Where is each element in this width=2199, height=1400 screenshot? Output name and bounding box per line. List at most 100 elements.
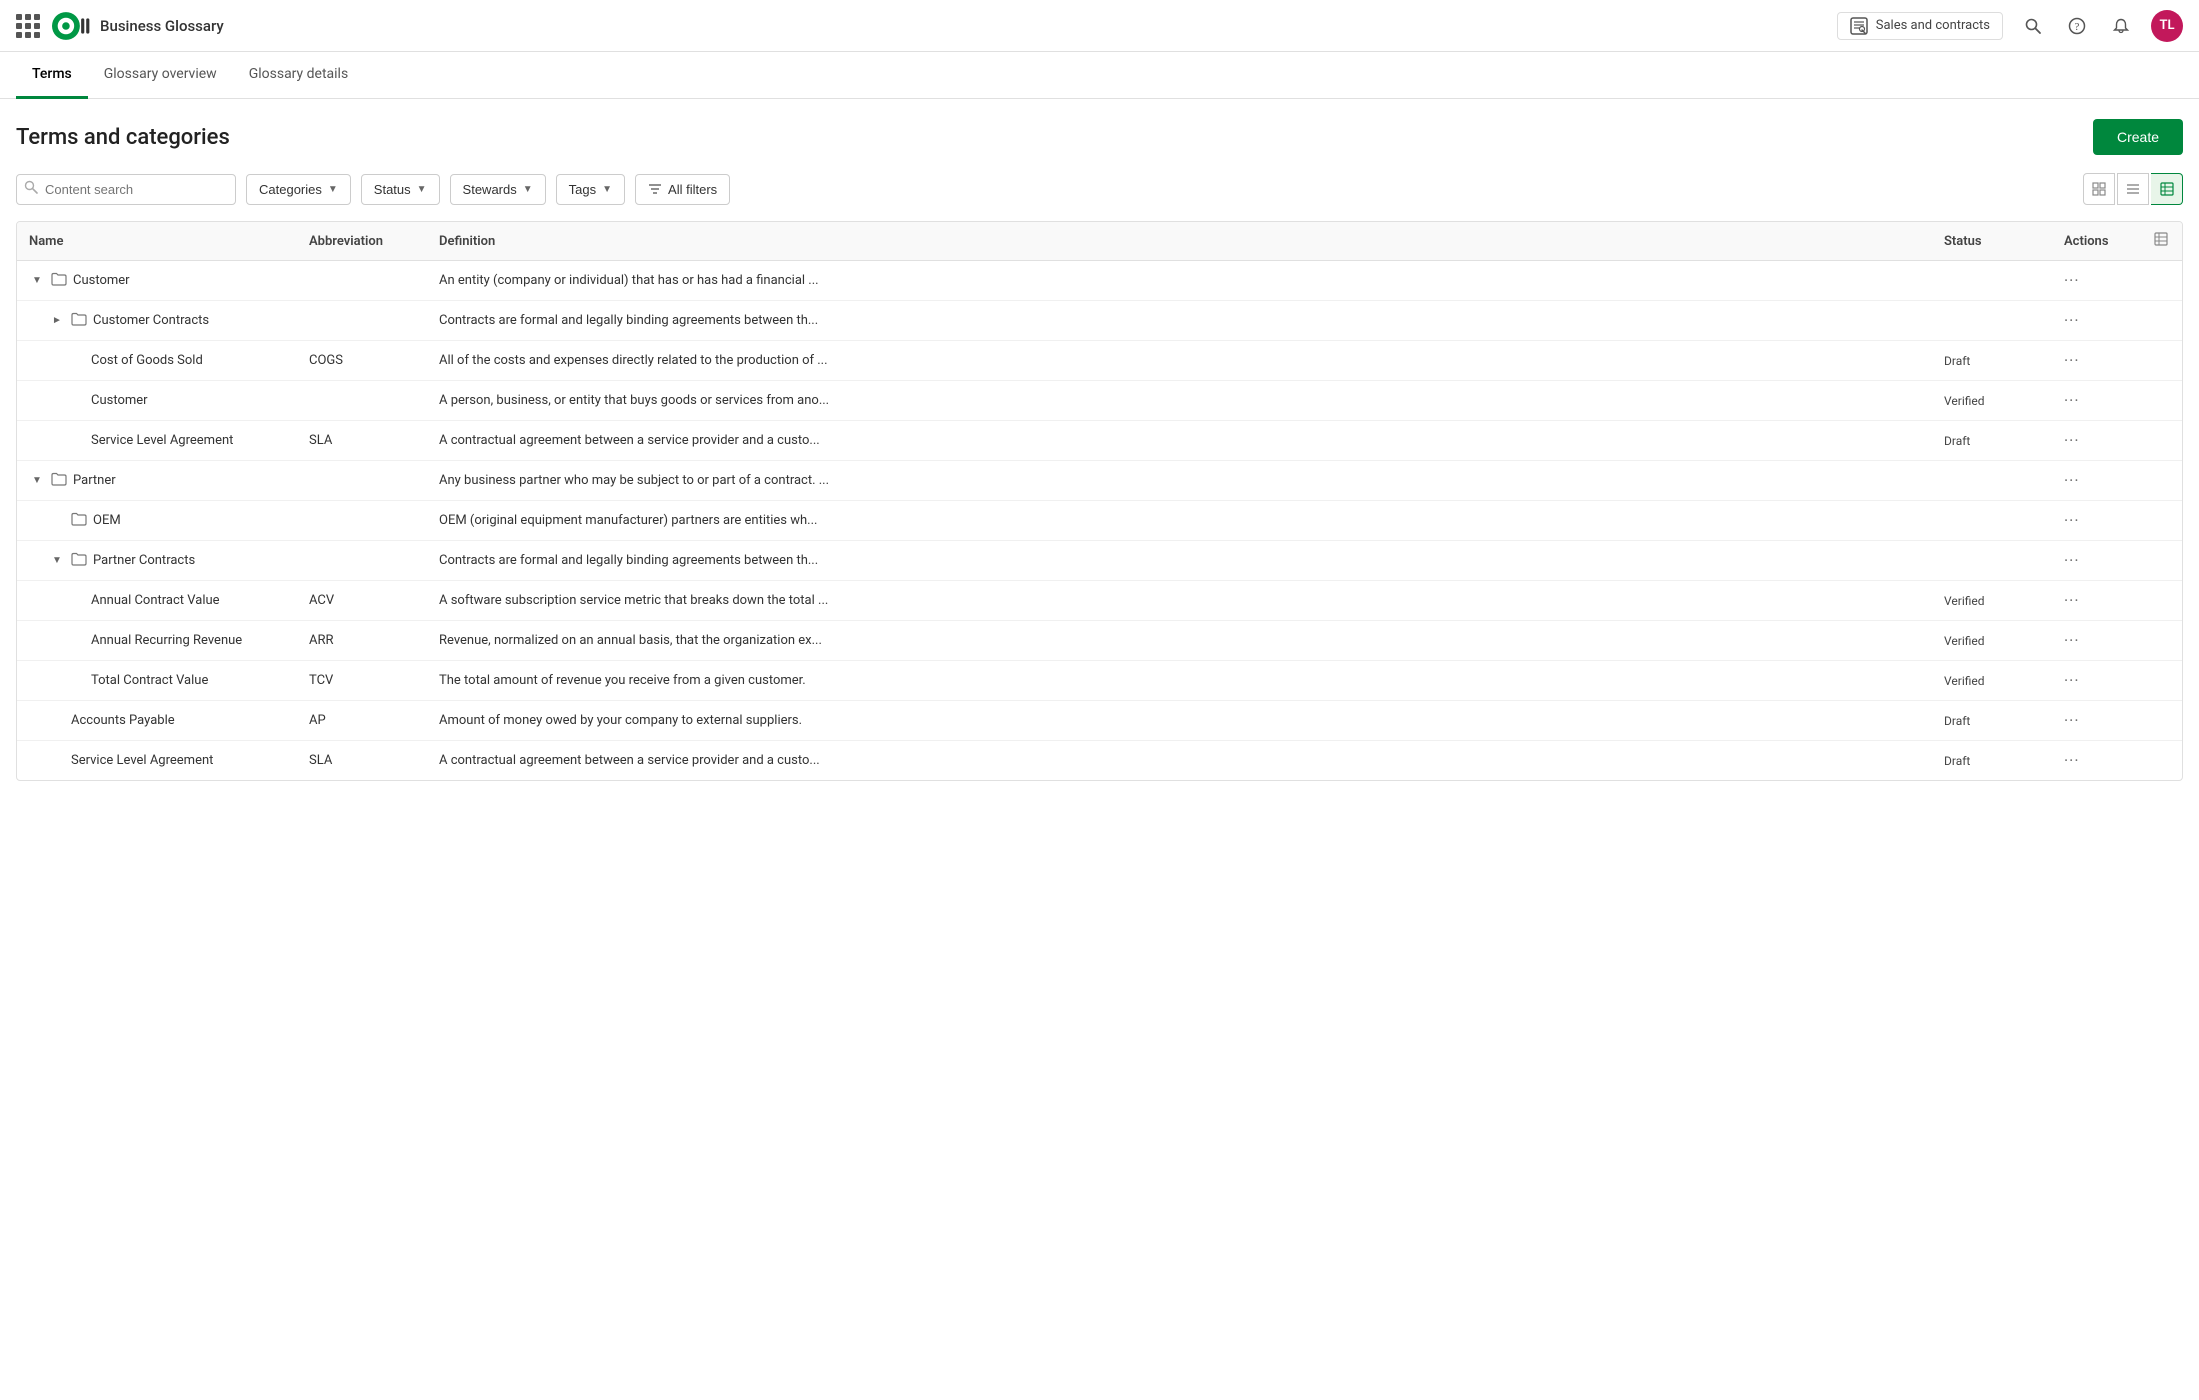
definition-cell: All of the costs and expenses directly r… [427, 341, 1932, 381]
search-icon-inner [24, 180, 38, 198]
stewards-chevron-icon: ▼ [523, 184, 533, 195]
tab-terms[interactable]: Terms [16, 52, 88, 99]
app-title: Business Glossary [100, 17, 224, 35]
name-cell: ▼ Partner Contracts [17, 541, 297, 581]
table-row: Annual Recurring RevenueARRRevenue, norm… [17, 621, 2182, 661]
table-row: ▼Partner ContractsContracts are formal a… [17, 541, 2182, 581]
toolbar: Categories ▼ Status ▼ Stewards ▼ Tags ▼ … [16, 173, 2183, 205]
definition-cell: The total amount of revenue you receive … [427, 661, 1932, 701]
table-view-button[interactable] [2151, 173, 2183, 205]
col-header-settings[interactable] [2142, 222, 2182, 261]
table-row: Annual Contract ValueACVA software subsc… [17, 581, 2182, 621]
tags-chevron-icon: ▼ [602, 184, 612, 195]
abbreviation-cell: SLA [297, 741, 427, 781]
row-name-label: Cost of Goods Sold [91, 353, 203, 368]
name-cell: Annual Recurring Revenue [17, 621, 297, 661]
definition-cell: OEM (original equipment manufacturer) pa… [427, 501, 1932, 541]
actions-cell[interactable]: ··· [2052, 701, 2142, 741]
row-name-label: Annual Recurring Revenue [91, 633, 242, 648]
list-view-button[interactable] [2117, 173, 2149, 205]
name-cell: Service Level Agreement [17, 741, 297, 781]
top-navigation: Business Glossary Sales and contracts [0, 0, 2199, 52]
actions-cell[interactable]: ··· [2052, 461, 2142, 501]
help-icon[interactable]: ? [2063, 12, 2091, 40]
status-filter-button[interactable]: Status ▼ [361, 174, 440, 205]
status-cell: Draft [1932, 701, 2052, 741]
categories-filter-label: Categories [259, 182, 322, 197]
table-row: ▼CustomerAn entity (company or individua… [17, 261, 2182, 301]
actions-cell[interactable]: ··· [2052, 741, 2142, 781]
actions-cell[interactable]: ··· [2052, 581, 2142, 621]
settings-cell [2142, 541, 2182, 581]
status-cell: Draft [1932, 341, 2052, 381]
col-header-actions: Actions [2052, 222, 2142, 261]
abbreviation-cell: AP [297, 701, 427, 741]
col-header-status: Status [1932, 222, 2052, 261]
search-icon[interactable] [2019, 12, 2047, 40]
app-menu-icon[interactable] [16, 14, 40, 38]
status-chevron-icon: ▼ [417, 184, 427, 195]
row-name-label: Customer [73, 273, 130, 288]
actions-cell[interactable]: ··· [2052, 661, 2142, 701]
table-row: CustomerA person, business, or entity th… [17, 381, 2182, 421]
row-name-label: Annual Contract Value [91, 593, 220, 608]
notifications-icon[interactable] [2107, 12, 2135, 40]
nav-action-icons: ? TL [2019, 10, 2183, 42]
stewards-filter-button[interactable]: Stewards ▼ [450, 174, 546, 205]
settings-cell [2142, 421, 2182, 461]
table-row: Service Level AgreementSLAA contractual … [17, 741, 2182, 781]
folder-icon [71, 512, 87, 530]
table-header-row: Name Abbreviation Definition Status Acti… [17, 222, 2182, 261]
grid-view-button[interactable] [2083, 173, 2115, 205]
row-name-label: Accounts Payable [71, 713, 175, 728]
user-avatar[interactable]: TL [2151, 10, 2183, 42]
create-button[interactable]: Create [2093, 119, 2183, 155]
actions-cell[interactable]: ··· [2052, 621, 2142, 661]
actions-cell[interactable]: ··· [2052, 301, 2142, 341]
folder-icon [51, 272, 67, 290]
definition-cell: Any business partner who may be subject … [427, 461, 1932, 501]
name-cell: Accounts Payable [17, 701, 297, 741]
tab-glossary-details[interactable]: Glossary details [233, 52, 365, 99]
actions-cell[interactable]: ··· [2052, 501, 2142, 541]
actions-cell[interactable]: ··· [2052, 381, 2142, 421]
search-input[interactable] [16, 174, 236, 205]
tab-glossary-overview[interactable]: Glossary overview [88, 52, 233, 99]
settings-cell [2142, 661, 2182, 701]
glossary-context-badge[interactable]: Sales and contracts [1837, 12, 2003, 40]
categories-filter-button[interactable]: Categories ▼ [246, 174, 351, 205]
row-name-label: Partner Contracts [93, 553, 195, 568]
actions-cell[interactable]: ··· [2052, 421, 2142, 461]
page-content: Terms and categories Create Categories ▼… [0, 99, 2199, 781]
filter-icon [648, 182, 662, 196]
all-filters-button[interactable]: All filters [635, 174, 730, 205]
tags-filter-button[interactable]: Tags ▼ [556, 174, 625, 205]
folder-icon [71, 312, 87, 330]
definition-cell: Contracts are formal and legally binding… [427, 301, 1932, 341]
table-row: ►Customer ContractsContracts are formal … [17, 301, 2182, 341]
definition-cell: Amount of money owed by your company to … [427, 701, 1932, 741]
expand-collapse-button[interactable]: ▼ [49, 553, 65, 569]
settings-cell [2142, 501, 2182, 541]
row-name-label: Partner [73, 473, 116, 488]
view-toggle-buttons [2083, 173, 2183, 205]
table-row: Cost of Goods SoldCOGSAll of the costs a… [17, 341, 2182, 381]
abbreviation-cell: ARR [297, 621, 427, 661]
tags-filter-label: Tags [569, 182, 596, 197]
name-cell: Customer [17, 381, 297, 421]
expand-collapse-button[interactable]: ▼ [29, 273, 45, 289]
status-cell: Verified [1932, 581, 2052, 621]
name-cell: ▼ Customer [17, 261, 297, 301]
actions-cell[interactable]: ··· [2052, 341, 2142, 381]
status-filter-label: Status [374, 182, 411, 197]
settings-cell [2142, 261, 2182, 301]
expand-collapse-button[interactable]: ▼ [29, 473, 45, 489]
row-name-label: OEM [93, 513, 121, 528]
table-row: Total Contract ValueTCVThe total amount … [17, 661, 2182, 701]
terms-table: Name Abbreviation Definition Status Acti… [16, 221, 2183, 781]
actions-cell[interactable]: ··· [2052, 541, 2142, 581]
actions-cell[interactable]: ··· [2052, 261, 2142, 301]
table-row: Accounts Payable APAmount of money owed b… [17, 701, 2182, 741]
expand-collapse-button[interactable]: ► [49, 313, 65, 329]
tabs-bar: Terms Glossary overview Glossary details [0, 52, 2199, 99]
